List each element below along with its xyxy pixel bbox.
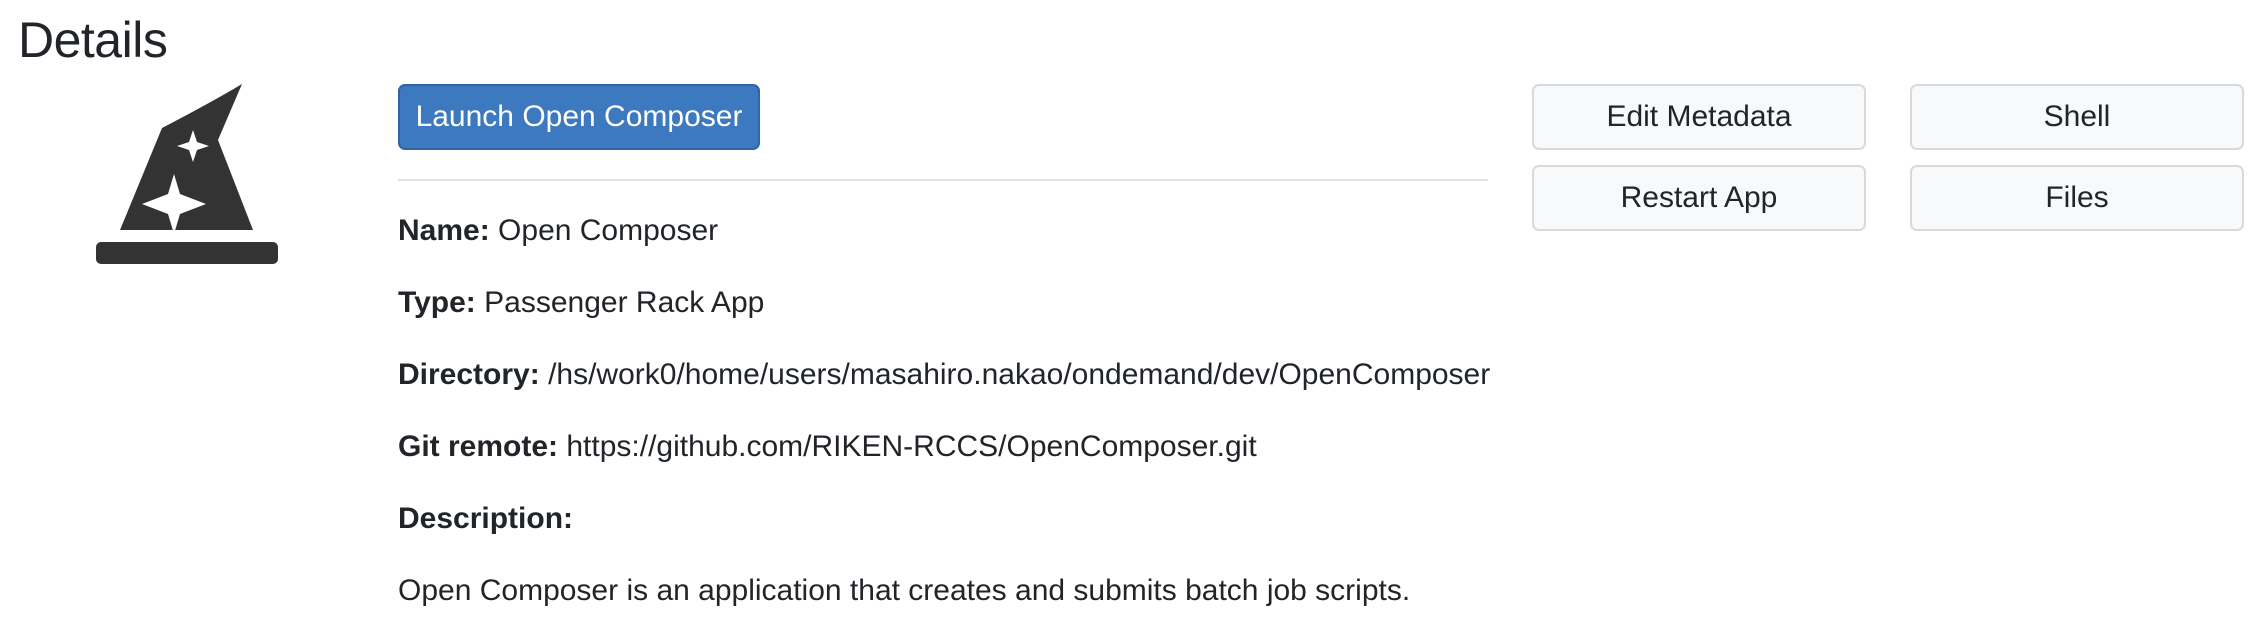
detail-directory: Directory: /hs/work0/home/users/masahiro… — [398, 355, 1490, 395]
git-remote-label: Git remote: — [398, 430, 559, 463]
detail-git-remote: Git remote: https://github.com/RIKEN-RCC… — [398, 427, 1257, 467]
page-title: Details — [18, 12, 168, 68]
directory-label: Directory: — [398, 358, 540, 391]
detail-name: Name: Open Composer — [398, 211, 718, 251]
shell-button[interactable]: Shell — [1910, 84, 2244, 150]
divider — [398, 179, 1488, 181]
description-label: Description: — [398, 502, 574, 535]
launch-app-button[interactable]: Launch Open Composer — [398, 84, 760, 150]
edit-metadata-button[interactable]: Edit Metadata — [1532, 84, 1866, 150]
name-value: Open Composer — [498, 214, 719, 247]
name-label: Name: — [398, 214, 490, 247]
detail-type: Type: Passenger Rack App — [398, 283, 764, 323]
type-label: Type: — [398, 286, 476, 319]
git-remote-value: https://github.com/RIKEN-RCCS/OpenCompos… — [566, 430, 1257, 463]
wizard-hat-icon — [96, 84, 278, 266]
directory-value: /hs/work0/home/users/masahiro.nakao/onde… — [548, 358, 1491, 391]
detail-description: Description: — [398, 499, 573, 539]
files-button[interactable]: Files — [1910, 165, 2244, 231]
type-value: Passenger Rack App — [484, 286, 765, 319]
description-text: Open Composer is an application that cre… — [398, 574, 1411, 607]
restart-app-button[interactable]: Restart App — [1532, 165, 1866, 231]
